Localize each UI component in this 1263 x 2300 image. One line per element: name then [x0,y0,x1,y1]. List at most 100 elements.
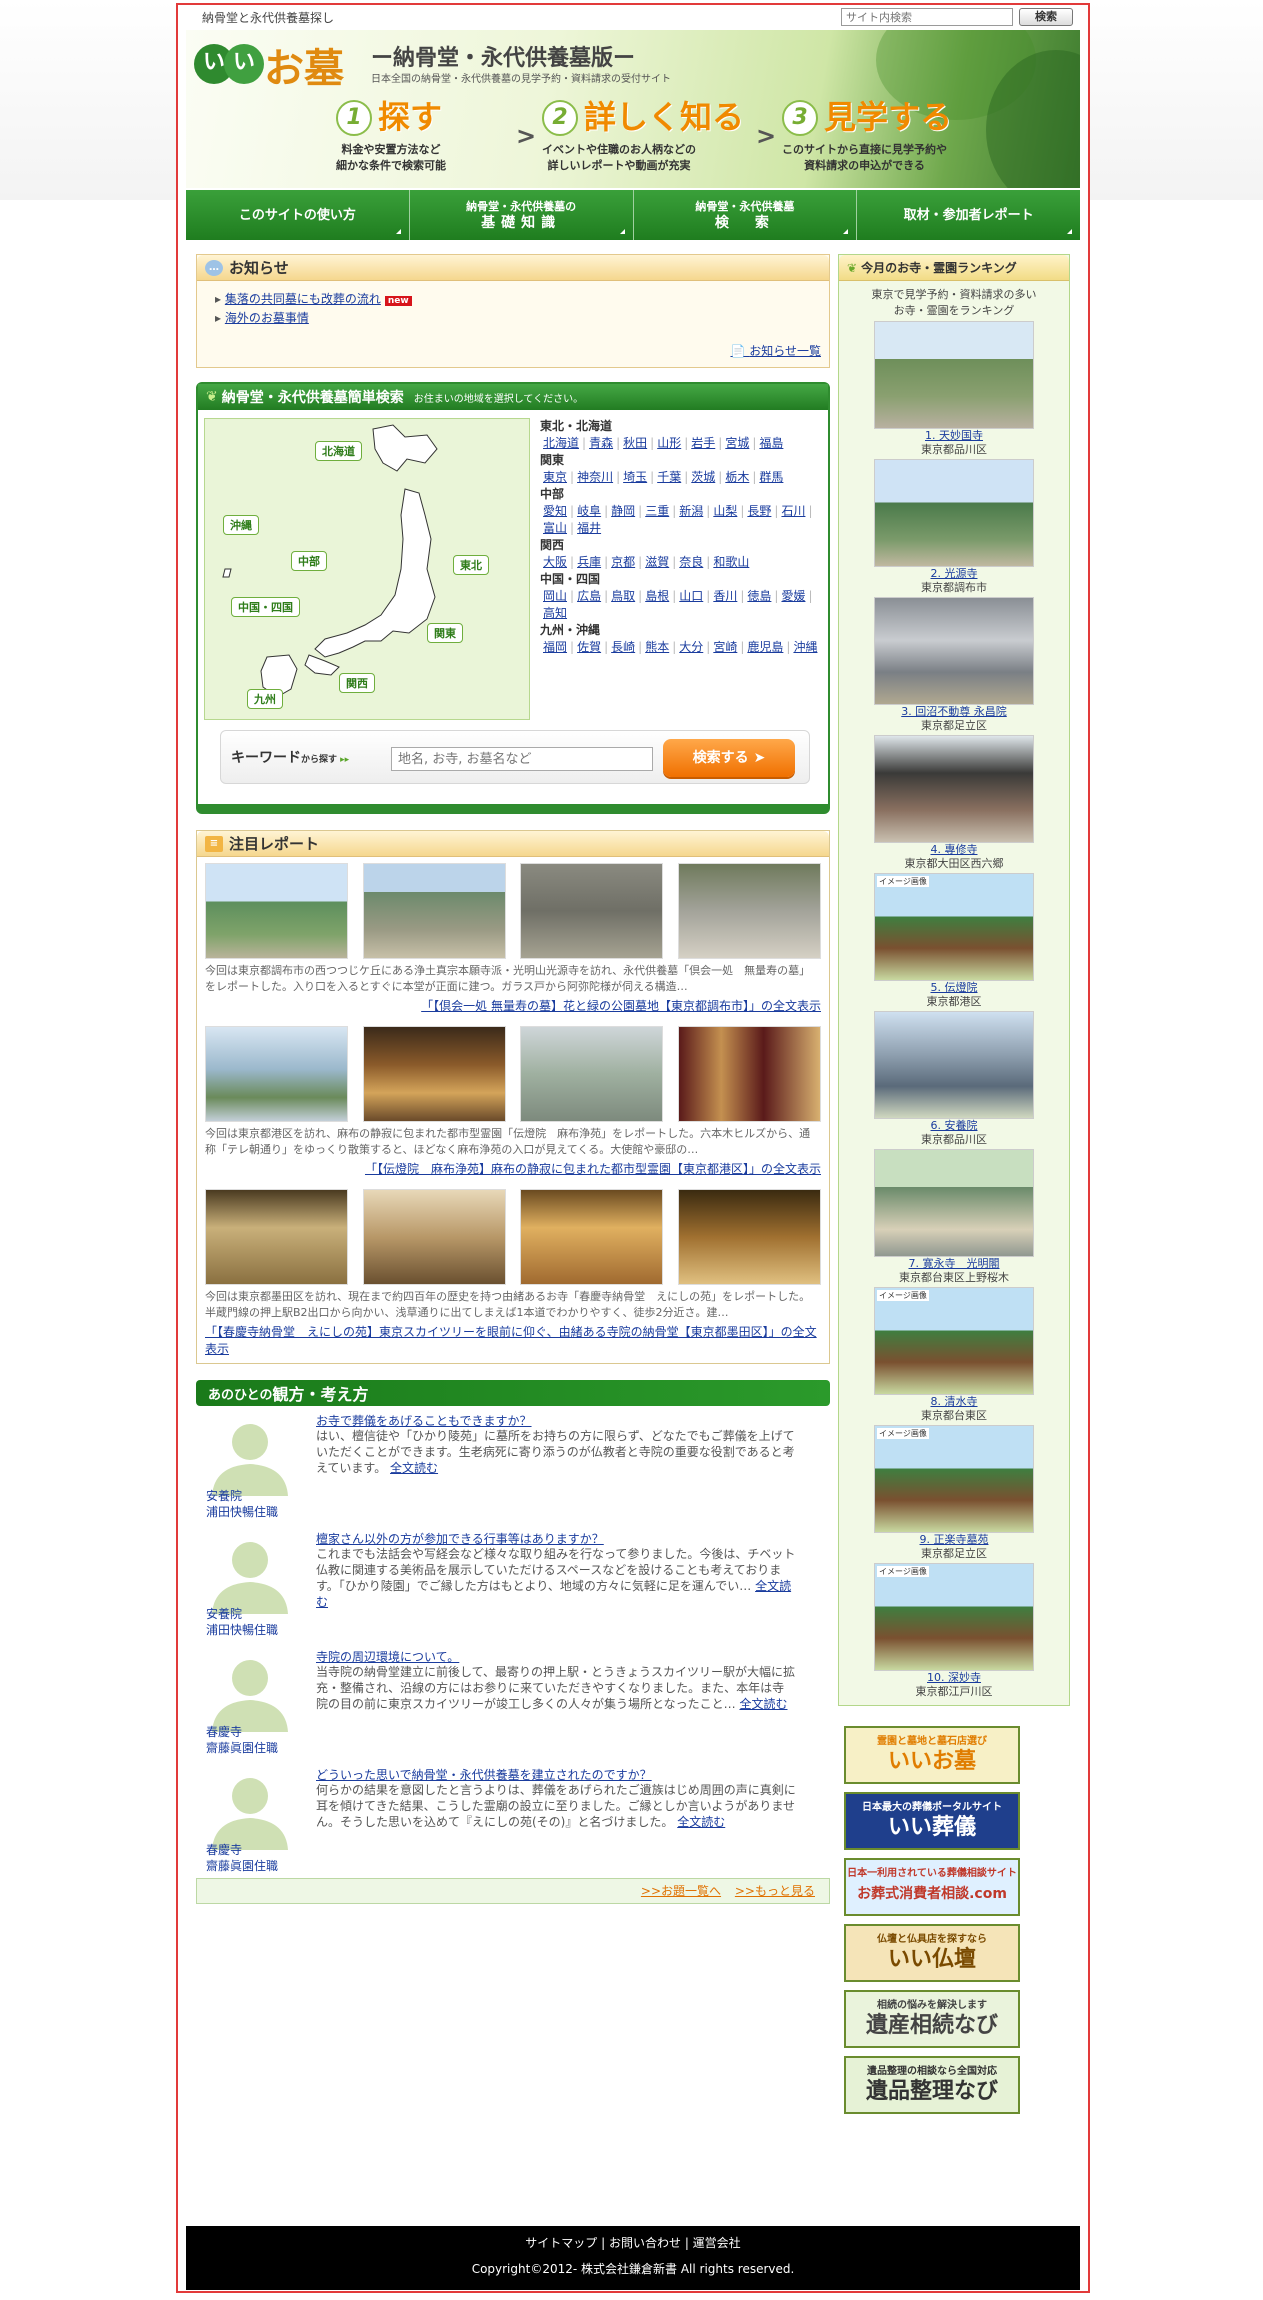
topics-list-link[interactable]: >>お題一覧へ [641,1884,721,1898]
map-label-hokkaido[interactable]: 北海道 [315,441,362,461]
qa-question-link[interactable]: お寺で葬儀をあげることもできますか？ [316,1414,532,1428]
temple-link[interactable]: 2. 光源寺 [931,567,978,580]
temple-photo[interactable] [874,735,1034,843]
prefecture-link[interactable]: 山梨 [713,504,737,518]
map-label-okinawa[interactable]: 沖縄 [223,515,259,535]
qa-author[interactable]: 春慶寺 齋藤眞園住職 [206,1724,278,1756]
footer-sitemap-link[interactable]: サイトマップ [525,2236,597,2250]
partner-banner[interactable]: 日本一利用されている葬儀相談サイト お葬式消費者相談.com [844,1858,1020,1916]
prefecture-link[interactable]: 沖縄 [793,640,817,654]
map-label-tohoku[interactable]: 東北 [453,555,489,575]
temple-link[interactable]: 6. 安養院 [931,1119,978,1132]
report-photo[interactable] [205,1026,348,1122]
prefecture-link[interactable]: 鳥取 [611,589,635,603]
qa-question-link[interactable]: 寺院の周辺環境について。 [316,1650,459,1664]
temple-photo[interactable] [874,459,1034,567]
prefecture-link[interactable]: 山形 [657,436,681,450]
qa-question-link[interactable]: 檀家さん以外の方が参加できる行事等はありますか？ [316,1532,604,1546]
map-label-kyushu[interactable]: 九州 [247,689,283,709]
prefecture-link[interactable]: 鹿児島 [747,640,783,654]
temple-link[interactable]: 5. 伝燈院 [931,981,978,994]
footer-contact-link[interactable]: お問い合わせ [609,2236,681,2250]
prefecture-link[interactable]: 岡山 [543,589,567,603]
prefecture-link[interactable]: 大阪 [543,555,567,569]
map-label-kansai[interactable]: 関西 [339,673,375,693]
report-photo[interactable] [520,1026,664,1122]
prefecture-link[interactable]: 千葉 [657,470,681,484]
prefecture-link[interactable]: 滋賀 [645,555,669,569]
prefecture-link[interactable]: 愛知 [543,504,567,518]
prefecture-link[interactable]: 群馬 [759,470,783,484]
japan-map[interactable]: 北海道 沖縄 中部 東北 中国・四国 関東 関西 九州 [204,418,530,720]
temple-photo[interactable] [874,1149,1034,1257]
prefecture-link[interactable]: 新潟 [679,504,703,518]
nav-basic-knowledge[interactable]: 納骨堂・永代供養墓の 基礎知識 [410,190,634,240]
news-more-link[interactable]: 📄 お知らせ一覧 [730,342,821,359]
partner-banner[interactable]: 相続の悩みを解決します 遺産相続なび [844,1990,1020,2048]
prefecture-link[interactable]: 青森 [589,436,613,450]
temple-link[interactable]: 8. 清水寺 [931,1395,978,1408]
qa-author[interactable]: 安養院 浦田快暢住職 [206,1488,278,1520]
prefecture-link[interactable]: 富山 [543,521,567,535]
temple-photo[interactable] [874,1011,1034,1119]
prefecture-link[interactable]: 山口 [679,589,703,603]
prefecture-link[interactable]: 香川 [713,589,737,603]
report-link[interactable]: 「【春慶寺納骨堂 えにしの苑】東京スカイツリーを眼前に仰ぐ、由緒ある寺院の納骨堂… [205,1325,817,1356]
report-photo[interactable] [520,863,664,959]
site-search-input[interactable] [841,8,1013,26]
prefecture-link[interactable]: 福岡 [543,640,567,654]
prefecture-link[interactable]: 神奈川 [577,470,613,484]
prefecture-link[interactable]: 広島 [577,589,601,603]
report-photo[interactable] [677,863,821,959]
qa-author[interactable]: 安養院 浦田快暢住職 [206,1606,278,1638]
nav-how-to-use[interactable]: このサイトの使い方 [186,190,410,240]
prefecture-link[interactable]: 茨城 [691,470,715,484]
read-more-link[interactable]: 全文読む [677,1815,725,1829]
prefecture-link[interactable]: 秋田 [623,436,647,450]
prefecture-link[interactable]: 佐賀 [577,640,601,654]
temple-photo[interactable] [874,321,1034,429]
partner-banner[interactable]: 遺品整理の相談なら全国対応 遺品整理なび [844,2056,1020,2114]
report-photo[interactable] [362,1189,506,1285]
report-link[interactable]: 「【伝燈院 麻布浄苑】麻布の静寂に包まれた都市型霊園【東京都港区】」の全文表示 [365,1162,821,1176]
map-label-chugoku-shikoku[interactable]: 中国・四国 [231,597,300,617]
prefecture-link[interactable]: 兵庫 [577,555,601,569]
prefecture-link[interactable]: 長野 [747,504,771,518]
news-link[interactable]: 集落の共同墓にも改葬の流れ [225,292,381,306]
prefecture-link[interactable]: 大分 [679,640,703,654]
see-more-link[interactable]: >>もっと見る [735,1884,815,1898]
nav-search[interactable]: 納骨堂・永代供養墓検 索 [634,190,858,240]
site-logo[interactable]: い い お墓 [194,36,354,92]
partner-banner[interactable]: 霊園と墓地と墓石店選び いいお墓 [844,1726,1020,1784]
prefecture-link[interactable]: 高知 [543,606,567,620]
report-photo[interactable] [677,1189,821,1285]
prefecture-link[interactable]: 愛媛 [781,589,805,603]
temple-photo[interactable]: イメージ画像 [874,1425,1034,1533]
report-photo[interactable] [677,1026,821,1122]
map-label-kanto[interactable]: 関東 [427,623,463,643]
prefecture-link[interactable]: 熊本 [645,640,669,654]
temple-photo[interactable] [874,597,1034,705]
report-photo[interactable] [205,1189,348,1285]
keyword-search-button[interactable]: 検索する ➤ [663,739,795,777]
temple-photo[interactable]: イメージ画像 [874,1563,1034,1671]
nav-reports[interactable]: 取材・参加者レポート [857,190,1080,240]
prefecture-link[interactable]: 北海道 [543,436,579,450]
map-label-chubu[interactable]: 中部 [291,551,327,571]
prefecture-link[interactable]: 徳島 [747,589,771,603]
prefecture-link[interactable]: 東京 [543,470,567,484]
footer-company-link[interactable]: 運営会社 [693,2236,741,2250]
temple-photo[interactable]: イメージ画像 [874,873,1034,981]
partner-banner[interactable]: 日本最大の葬儀ポータルサイト いい葬儀 [844,1792,1020,1850]
prefecture-link[interactable]: 埼玉 [623,470,647,484]
prefecture-link[interactable]: 島根 [645,589,669,603]
prefecture-link[interactable]: 京都 [611,555,635,569]
news-link[interactable]: 海外のお墓事情 [225,311,309,325]
site-search-button[interactable]: 検索 [1019,8,1073,26]
prefecture-link[interactable]: 岩手 [691,436,715,450]
temple-photo[interactable]: イメージ画像 [874,1287,1034,1395]
prefecture-link[interactable]: 栃木 [725,470,749,484]
qa-author[interactable]: 春慶寺 齋藤眞園住職 [206,1842,278,1874]
report-photo[interactable] [362,863,506,959]
prefecture-link[interactable]: 福島 [759,436,783,450]
